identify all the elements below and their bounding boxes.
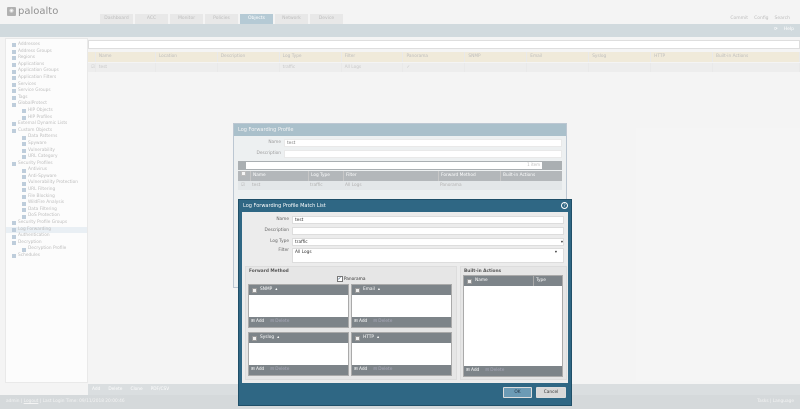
sort-icon[interactable]: ▴ xyxy=(377,333,379,343)
select-all-checkbox[interactable] xyxy=(355,335,360,341)
delete-button[interactable]: ⊟ Delete xyxy=(373,365,392,375)
delete-button[interactable]: ⊟ Delete xyxy=(270,317,289,327)
syslog-grid: Syslog ▴ ⊞ Add ⊟ Delete xyxy=(248,332,349,376)
chevron-down-icon: ▾ xyxy=(554,250,557,255)
add-button[interactable]: ⊞ Add xyxy=(466,366,479,376)
email-grid: Email ▴ ⊞ Add ⊟ Delete xyxy=(351,284,452,328)
panorama-checkbox[interactable]: ✓ xyxy=(336,276,343,282)
snmp-grid: SNMP ▴ ⊞ Add ⊟ Delete xyxy=(248,284,349,328)
ok-button[interactable]: OK xyxy=(503,387,532,398)
delete-button[interactable]: ⊟ Delete xyxy=(270,365,289,375)
sort-icon[interactable]: ▴ xyxy=(275,285,277,295)
name-field[interactable]: test xyxy=(292,215,564,224)
match-list-dialog: Log Forwarding Profile Match List? Name t… xyxy=(238,199,572,406)
cancel-button[interactable]: Cancel xyxy=(536,387,566,398)
delete-button[interactable]: ⊟ Delete xyxy=(373,317,392,327)
add-button[interactable]: ⊞ Add xyxy=(251,317,264,327)
filter-field[interactable]: All Logs ▾ xyxy=(292,248,564,263)
http-grid: HTTP ▴ ⊞ Add ⊟ Delete xyxy=(351,332,452,376)
delete-button[interactable]: ⊟ Delete xyxy=(485,366,504,376)
select-all-checkbox[interactable] xyxy=(252,287,257,293)
dialog-title: Log Forwarding Profile Match List xyxy=(243,203,326,209)
sort-icon[interactable]: ▴ xyxy=(378,285,380,295)
builtin-actions-grid: Name Type ⊞ Add ⊟ Delete xyxy=(463,275,563,377)
chevron-down-icon: ▾ xyxy=(560,239,563,245)
add-button[interactable]: ⊞ Add xyxy=(354,365,367,375)
description-field[interactable] xyxy=(292,226,564,235)
sort-icon[interactable]: ▴ xyxy=(277,333,279,343)
add-button[interactable]: ⊞ Add xyxy=(354,317,367,327)
select-all-checkbox[interactable] xyxy=(252,335,257,341)
help-icon[interactable]: ? xyxy=(561,202,568,209)
select-all-checkbox[interactable] xyxy=(355,287,360,293)
log-type-select[interactable]: traffic ▾ xyxy=(292,237,564,246)
add-button[interactable]: ⊞ Add xyxy=(251,365,264,375)
